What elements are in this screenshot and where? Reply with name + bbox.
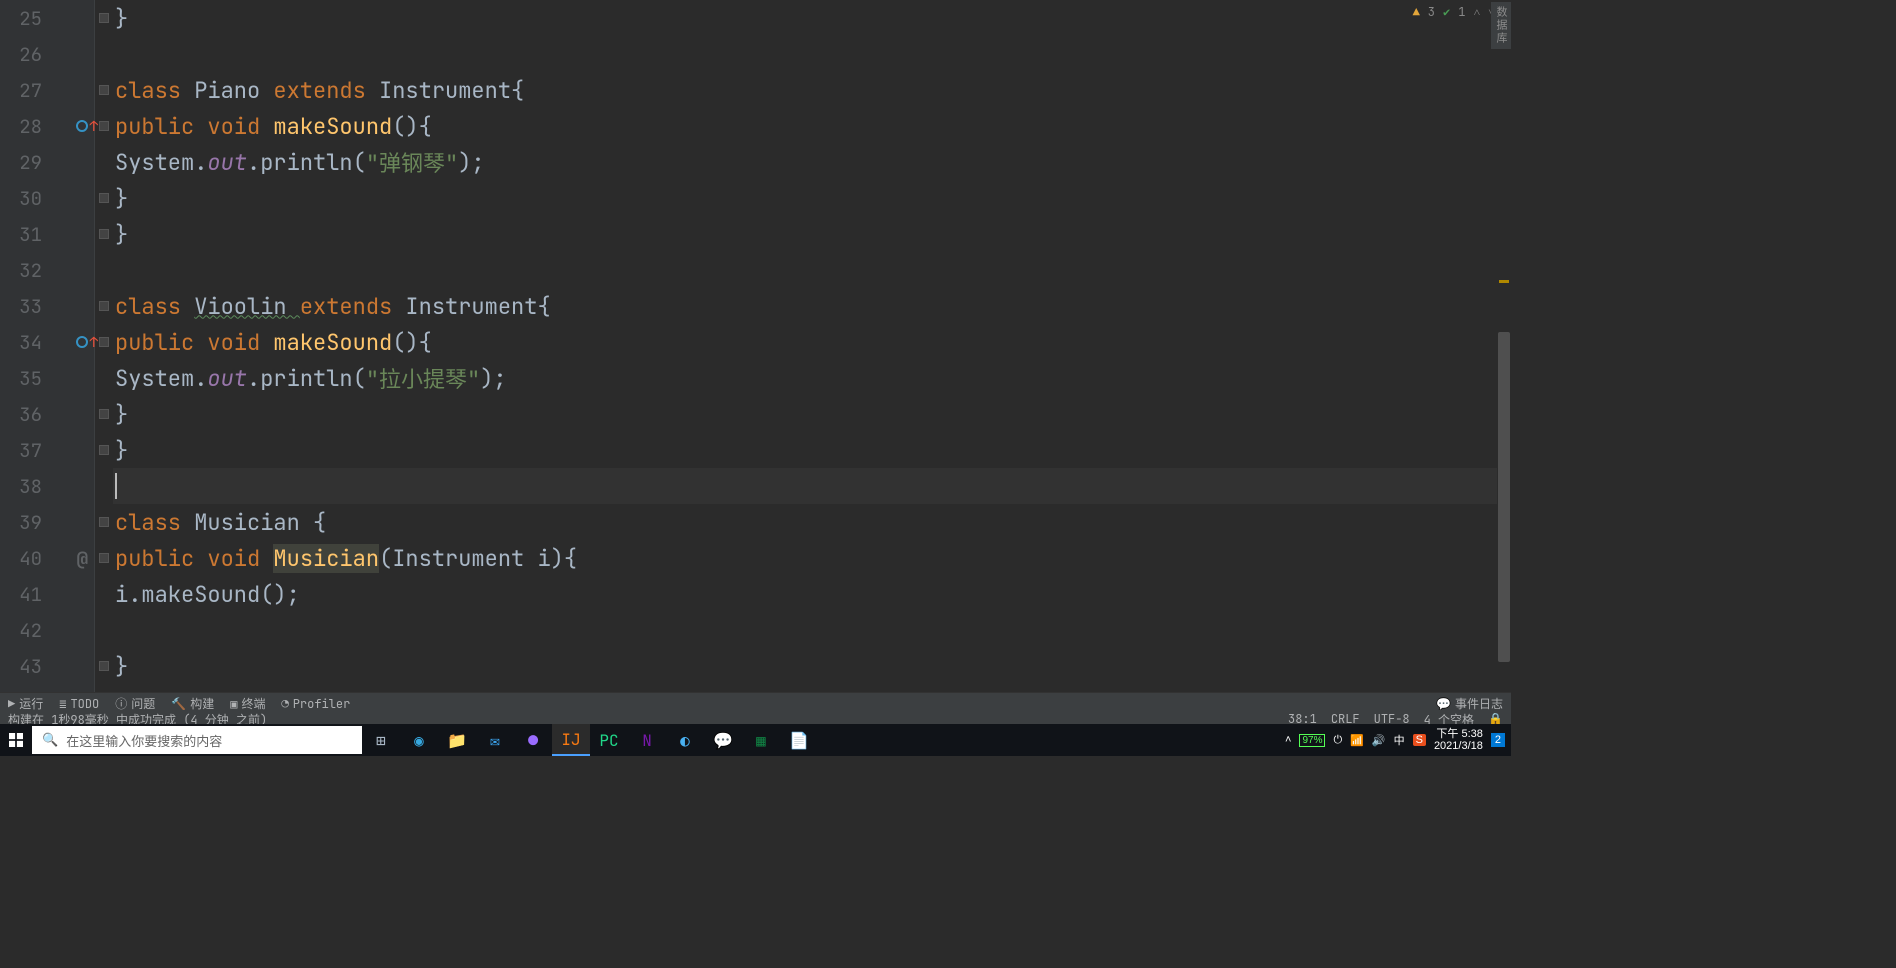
windows-search-input[interactable]: 🔍 在这里输入你要搜索的内容 xyxy=(32,726,362,754)
line-number: 39 xyxy=(12,510,42,535)
edge-icon[interactable]: ◉ xyxy=(400,724,438,756)
text-caret xyxy=(115,473,117,499)
line-number: 26 xyxy=(12,42,42,67)
explorer-icon[interactable]: 📁 xyxy=(438,724,476,756)
line-number: 42 xyxy=(12,618,42,643)
line-number: 28 xyxy=(12,114,42,139)
line-number: 35 xyxy=(12,366,42,391)
fold-toggle-icon[interactable] xyxy=(99,85,109,95)
task-view-icon[interactable]: ⊞ xyxy=(362,724,400,756)
ok-icon: ✔ xyxy=(1443,4,1450,20)
line-number: 33 xyxy=(12,294,42,319)
annotation-icon[interactable]: @ xyxy=(77,546,88,571)
search-icon: 🔍 xyxy=(42,732,58,748)
fold-toggle-icon[interactable] xyxy=(99,229,109,239)
override-method-icon[interactable]: ↑ xyxy=(76,120,88,132)
code-editor[interactable]: } class Piano extends Instrument{ public… xyxy=(113,0,1511,698)
start-button[interactable] xyxy=(0,724,32,756)
fold-toggle-icon[interactable] xyxy=(99,445,109,455)
line-number: 40 xyxy=(12,546,42,571)
volume-icon[interactable]: 🔊 xyxy=(1372,734,1386,747)
line-number: 25 xyxy=(12,6,42,31)
warning-marker[interactable] xyxy=(1499,280,1509,283)
fold-toggle-icon[interactable] xyxy=(99,121,109,131)
fold-toggle-icon[interactable] xyxy=(99,553,109,563)
fold-toggle-icon[interactable] xyxy=(99,13,109,23)
fold-toggle-icon[interactable] xyxy=(99,661,109,671)
tray-icon[interactable]: ⏻ xyxy=(1333,734,1342,747)
fold-toggle-icon[interactable] xyxy=(99,193,109,203)
line-number: 32 xyxy=(12,258,42,283)
scrollbar-thumb[interactable] xyxy=(1498,332,1510,662)
wifi-icon[interactable]: 📶 xyxy=(1350,734,1364,747)
warning-icon: ▲ xyxy=(1413,4,1420,20)
excel-icon[interactable]: ▦ xyxy=(742,724,780,756)
line-number: 31 xyxy=(12,222,42,247)
pycharm-icon[interactable]: PC xyxy=(590,724,628,756)
system-tray: ˄ 97% ⏻ 📶 🔊 中 S 下午 5:38 2021/3/18 2 xyxy=(1285,728,1511,752)
line-number: 37 xyxy=(12,438,42,463)
line-number: 38 xyxy=(12,474,42,499)
onenote-icon[interactable]: N xyxy=(628,724,666,756)
line-number: 34 xyxy=(12,330,42,355)
mail-icon[interactable]: ✉ xyxy=(476,724,514,756)
notification-icon[interactable]: 2 xyxy=(1491,733,1505,747)
line-number: 43 xyxy=(12,654,42,679)
ime-indicator[interactable]: 中 xyxy=(1394,732,1405,748)
windows-taskbar: 🔍 在这里输入你要搜索的内容 ⊞ ◉ 📁 ✉ ● IJ PC N ◐ 💬 ▦ 📄… xyxy=(0,724,1511,756)
line-number: 30 xyxy=(12,186,42,211)
app-icon[interactable]: ◐ xyxy=(666,724,704,756)
line-number: 29 xyxy=(12,150,42,175)
clock[interactable]: 下午 5:38 2021/3/18 xyxy=(1434,728,1483,752)
gutter: 25 26 27 28 ↑ 29 30 31 32 33 34 ↑ 35 36 … xyxy=(0,0,95,698)
chevron-up-icon[interactable]: ˄ xyxy=(1473,4,1480,20)
editor-scrollbar[interactable] xyxy=(1497,0,1511,698)
fold-toggle-icon[interactable] xyxy=(99,517,109,527)
wechat-icon[interactable]: 💬 xyxy=(704,724,742,756)
inspections-widget[interactable]: ▲3 ✔1 ˄ ˅ xyxy=(1413,4,1495,20)
database-tool-tab[interactable]: 数据库 xyxy=(1491,2,1511,49)
editor-area: 25 26 27 28 ↑ 29 30 31 32 33 34 ↑ 35 36 … xyxy=(0,0,1511,698)
sogou-icon[interactable]: S xyxy=(1413,734,1426,746)
line-number: 36 xyxy=(12,402,42,427)
warning-count: 3 xyxy=(1428,4,1435,20)
fold-toggle-icon[interactable] xyxy=(99,409,109,419)
notepad-icon[interactable]: 📄 xyxy=(780,724,818,756)
fold-column xyxy=(95,0,113,698)
fold-toggle-icon[interactable] xyxy=(99,337,109,347)
app-icon[interactable]: ● xyxy=(514,724,552,756)
battery-icon[interactable]: 97% xyxy=(1299,734,1325,747)
ok-count: 1 xyxy=(1458,4,1465,20)
intellij-icon[interactable]: IJ xyxy=(552,724,590,756)
override-method-icon[interactable]: ↑ xyxy=(76,336,88,348)
fold-toggle-icon[interactable] xyxy=(99,301,109,311)
search-placeholder: 在这里输入你要搜索的内容 xyxy=(66,731,222,750)
line-number: 41 xyxy=(12,582,42,607)
line-number: 27 xyxy=(12,78,42,103)
tray-overflow-icon[interactable]: ˄ xyxy=(1285,734,1291,746)
